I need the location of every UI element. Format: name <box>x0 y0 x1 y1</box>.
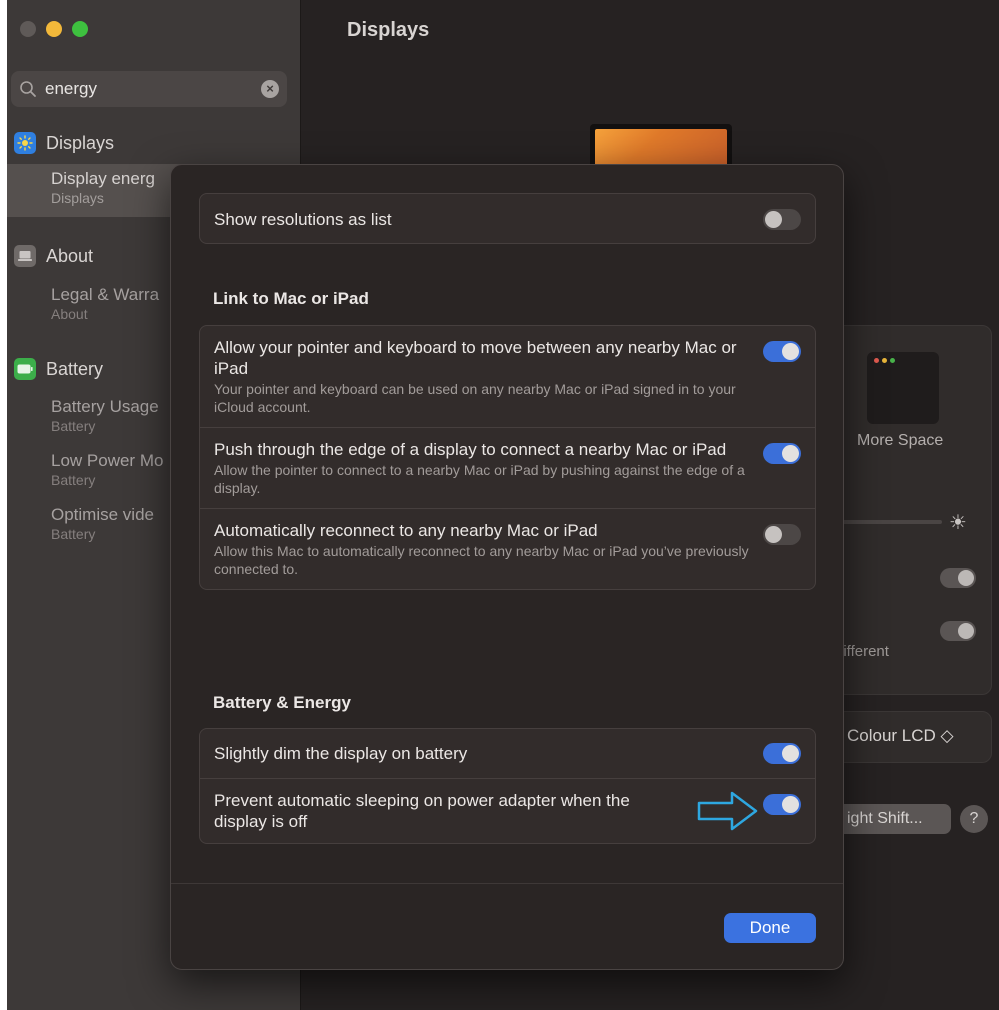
pointer-keyboard-toggle[interactable] <box>763 341 801 362</box>
sidebar-section-displays[interactable]: Displays <box>7 129 301 157</box>
resolutions-group: Show resolutions as list <box>199 193 816 244</box>
laptop-icon <box>14 245 36 267</box>
advanced-settings-sheet: Show resolutions as list Link to Mac or … <box>170 164 844 970</box>
setting-row: Show resolutions as list <box>200 194 815 243</box>
arrow-pointer-icon <box>697 791 758 831</box>
search-icon <box>20 81 36 97</box>
page-title: Displays <box>347 19 430 41</box>
setting-description: Allow this Mac to automatically reconnec… <box>214 543 749 577</box>
auto-reconnect-toggle[interactable] <box>763 524 801 545</box>
more-space-label: More Space <box>857 432 944 449</box>
sidebar-section-label: Displays <box>46 132 115 153</box>
brightness-sun-icon: ☀ <box>949 512 967 534</box>
close-window-button[interactable] <box>20 21 36 37</box>
link-group: Allow your pointer and keyboard to move … <box>199 325 816 590</box>
settings-window: energy × Displays Display energ Displays… <box>7 0 999 1010</box>
window-controls <box>20 21 88 37</box>
setting-title: Push through the edge of a display to co… <box>214 440 727 459</box>
setting-row: Push through the edge of a display to co… <box>200 427 815 508</box>
setting-description: Allow the pointer to connect to a nearby… <box>214 462 745 496</box>
display-select[interactable]: Colour LCD ◇ <box>847 726 954 746</box>
sun-icon <box>14 132 36 154</box>
battery-icon <box>14 358 36 380</box>
minimize-window-button[interactable] <box>46 21 62 37</box>
setting-title: Slightly dim the display on battery <box>214 744 468 763</box>
done-button[interactable]: Done <box>724 913 816 943</box>
zoom-window-button[interactable] <box>72 21 88 37</box>
push-through-edge-toggle[interactable] <box>763 443 801 464</box>
setting-title: Show resolutions as list <box>214 210 392 229</box>
setting-title: Prevent automatic sleeping on power adap… <box>214 791 630 831</box>
dim-on-battery-toggle[interactable] <box>763 743 801 764</box>
setting-row: Automatically reconnect to any nearby Ma… <box>200 508 815 589</box>
section-header-battery: Battery & Energy <box>213 693 351 712</box>
brightness-slider[interactable] <box>842 520 942 524</box>
setting-title: Automatically reconnect to any nearby Ma… <box>214 521 598 540</box>
setting-description: Your pointer and keyboard can be used on… <box>214 381 736 415</box>
prevent-sleep-toggle[interactable] <box>763 794 801 815</box>
night-shift-button[interactable]: ight Shift... <box>833 804 951 834</box>
background-toggle[interactable] <box>940 568 976 588</box>
setting-title: Allow your pointer and keyboard to move … <box>214 338 737 378</box>
search-field[interactable]: energy × <box>11 71 287 107</box>
sheet-divider <box>171 883 843 884</box>
setting-row: Slightly dim the display on battery <box>200 729 815 778</box>
display-thumbnail[interactable] <box>590 124 732 168</box>
show-resolutions-toggle[interactable] <box>763 209 801 230</box>
section-header-link: Link to Mac or iPad <box>213 289 369 308</box>
more-space-thumbnail[interactable] <box>867 352 939 424</box>
sidebar-section-label: About <box>46 245 94 266</box>
background-toggle[interactable] <box>940 621 976 641</box>
search-input[interactable]: energy <box>45 79 261 99</box>
help-button[interactable]: ? <box>960 805 988 833</box>
setting-row: Allow your pointer and keyboard to move … <box>200 326 815 427</box>
sidebar-section-label: Battery <box>46 358 104 379</box>
clear-search-icon[interactable]: × <box>261 80 279 98</box>
